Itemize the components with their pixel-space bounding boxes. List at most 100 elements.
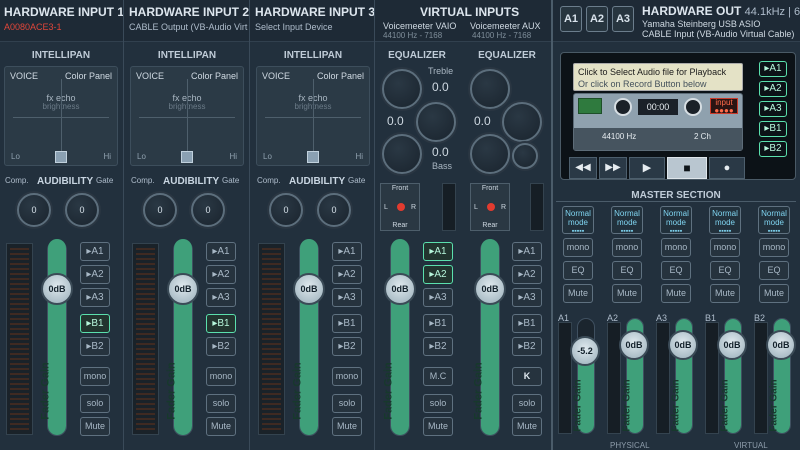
master-mute-button[interactable]: Mute xyxy=(710,284,740,303)
rec-a1-button[interactable]: ▸A1 xyxy=(759,61,787,77)
master-eq-button[interactable]: EQ xyxy=(612,261,642,280)
solo-button[interactable]: solo xyxy=(332,394,362,413)
record-button[interactable]: ● xyxy=(709,157,745,179)
color-panel-label[interactable]: Color Panel xyxy=(317,71,364,81)
stop-button[interactable]: ■ xyxy=(667,157,707,179)
mono-button[interactable]: mono xyxy=(206,367,236,386)
mute-button[interactable]: Mute xyxy=(206,417,236,436)
solo-button[interactable]: solo xyxy=(80,394,110,413)
bus-a2-button[interactable]: ▸A2 xyxy=(206,265,236,284)
treble-knob[interactable] xyxy=(382,69,422,109)
master-mute-button[interactable]: Mute xyxy=(759,284,789,303)
pan-dot[interactable] xyxy=(397,203,405,211)
mute-button[interactable]: Mute xyxy=(512,417,542,436)
bus-a2-button[interactable]: ▸A2 xyxy=(423,265,453,284)
bass-knob-small[interactable] xyxy=(512,143,538,169)
hw-out-device-2[interactable]: CABLE Input (VB-Audio Virtual Cable) xyxy=(642,29,794,39)
mid-knob[interactable] xyxy=(416,102,456,142)
fast-forward-button[interactable]: ▶▶ xyxy=(599,157,627,179)
bus-a1-button[interactable]: ▸A1 xyxy=(206,242,236,261)
solo-button[interactable]: solo xyxy=(423,394,453,413)
out-a1-button[interactable]: A1 xyxy=(560,6,582,32)
bus-b1-button[interactable]: ▸B1 xyxy=(512,314,542,333)
k-button[interactable]: K xyxy=(512,367,542,386)
intellipan-panel[interactable]: VOICE Color Panel fx echo brightness LoH… xyxy=(256,66,370,166)
input-indicator[interactable]: input ●●●● xyxy=(710,98,738,115)
master-mute-button[interactable]: Mute xyxy=(661,284,691,303)
pan-knob[interactable] xyxy=(181,151,193,163)
mode-button-b1[interactable]: Normal mode ▪▪▪▪▪ xyxy=(709,206,741,235)
mono-button[interactable]: mono xyxy=(80,367,110,386)
bus-b2-button[interactable]: ▸B2 xyxy=(206,337,236,356)
hw-input-2-title[interactable]: HARDWARE INPUT 2 xyxy=(129,5,249,19)
comp-knob[interactable]: 0 xyxy=(269,193,303,227)
bus-b1-button[interactable]: ▸B1 xyxy=(80,314,110,333)
master-eq-button[interactable]: EQ xyxy=(563,261,593,280)
mute-button[interactable]: Mute xyxy=(332,417,362,436)
pan-dot[interactable] xyxy=(487,203,495,211)
solo-button[interactable]: solo xyxy=(512,394,542,413)
bus-a1-button[interactable]: ▸A1 xyxy=(423,242,453,261)
hw-input-1-title[interactable]: HARDWARE INPUT 1 xyxy=(4,5,124,19)
master-mono-button[interactable]: mono xyxy=(563,238,593,257)
master-mute-button[interactable]: Mute xyxy=(612,284,642,303)
master-eq-button[interactable]: EQ xyxy=(759,261,789,280)
hw-input-3-title[interactable]: HARDWARE INPUT 3 xyxy=(255,5,375,19)
pan-knob[interactable] xyxy=(307,151,319,163)
bass-knob[interactable] xyxy=(470,134,510,174)
comp-knob[interactable]: 0 xyxy=(17,193,51,227)
mode-button-b2[interactable]: Normal mode ▪▪▪▪▪ xyxy=(758,206,790,235)
bus-a1-button[interactable]: ▸A1 xyxy=(332,242,362,261)
gate-knob[interactable]: 0 xyxy=(317,193,351,227)
rec-a3-button[interactable]: ▸A3 xyxy=(759,101,787,117)
gate-knob[interactable]: 0 xyxy=(65,193,99,227)
treble-knob[interactable] xyxy=(470,69,510,109)
bass-knob[interactable] xyxy=(382,134,422,174)
fader-knob[interactable]: 0dB xyxy=(167,273,199,305)
master-mono-button[interactable]: mono xyxy=(612,238,642,257)
surround-pan-pad[interactable]: Front L R Rear xyxy=(470,183,510,231)
gate-knob[interactable]: 0 xyxy=(191,193,225,227)
fader-knob[interactable]: 0dB xyxy=(474,273,506,305)
rec-b2-button[interactable]: ▸B2 xyxy=(759,141,787,157)
bus-a3-fader-knob[interactable]: 0dB xyxy=(668,330,698,360)
master-mono-button[interactable]: mono xyxy=(759,238,789,257)
bus-b2-button[interactable]: ▸B2 xyxy=(332,337,362,356)
bus-b1-button[interactable]: ▸B1 xyxy=(423,314,453,333)
bus-a3-button[interactable]: ▸A3 xyxy=(512,288,542,307)
bus-b2-button[interactable]: ▸B2 xyxy=(80,337,110,356)
fader-knob[interactable]: 0dB xyxy=(384,273,416,305)
master-mute-button[interactable]: Mute xyxy=(563,284,593,303)
master-mono-button[interactable]: mono xyxy=(710,238,740,257)
play-button[interactable]: ▶ xyxy=(629,157,665,179)
intellipan-panel[interactable]: VOICE Color Panel fx echo brightness LoH… xyxy=(130,66,244,166)
bus-a2-button[interactable]: ▸A2 xyxy=(512,265,542,284)
mute-button[interactable]: Mute xyxy=(423,417,453,436)
fader-knob[interactable]: 0dB xyxy=(41,273,73,305)
bus-a3-button[interactable]: ▸A3 xyxy=(423,288,453,307)
mode-button-a1[interactable]: Normal mode ▪▪▪▪▪ xyxy=(562,206,594,235)
hw-input-2-device[interactable]: CABLE Output (VB-Audio Virt xyxy=(129,22,247,32)
mute-button[interactable]: Mute xyxy=(80,417,110,436)
bus-b1-fader-knob[interactable]: 0dB xyxy=(717,330,747,360)
hw-input-3-device[interactable]: Select Input Device xyxy=(255,22,333,32)
bus-a3-button[interactable]: ▸A3 xyxy=(80,288,110,307)
pan-knob[interactable] xyxy=(55,151,67,163)
mc-button[interactable]: M.C xyxy=(423,367,453,386)
bus-a1-button[interactable]: ▸A1 xyxy=(80,242,110,261)
color-panel-label[interactable]: Color Panel xyxy=(191,71,238,81)
bus-a2-button[interactable]: ▸A2 xyxy=(332,265,362,284)
bus-b2-fader-knob[interactable]: 0dB xyxy=(766,330,796,360)
master-eq-button[interactable]: EQ xyxy=(661,261,691,280)
hw-out-device-1[interactable]: Yamaha Steinberg USB ASIO xyxy=(642,19,760,29)
mode-button-a3[interactable]: Normal mode ▪▪▪▪▪ xyxy=(660,206,692,235)
rewind-button[interactable]: ◀◀ xyxy=(569,157,597,179)
bus-a3-button[interactable]: ▸A3 xyxy=(206,288,236,307)
bus-b1-button[interactable]: ▸B1 xyxy=(206,314,236,333)
bus-a1-fader-knob[interactable]: -5.2 xyxy=(570,336,600,366)
recorder-tooltip[interactable]: Click to Select Audio file for Playback … xyxy=(573,63,743,91)
out-a2-button[interactable]: A2 xyxy=(586,6,608,32)
comp-knob[interactable]: 0 xyxy=(143,193,177,227)
bus-a2-fader-knob[interactable]: 0dB xyxy=(619,330,649,360)
out-a3-button[interactable]: A3 xyxy=(612,6,634,32)
